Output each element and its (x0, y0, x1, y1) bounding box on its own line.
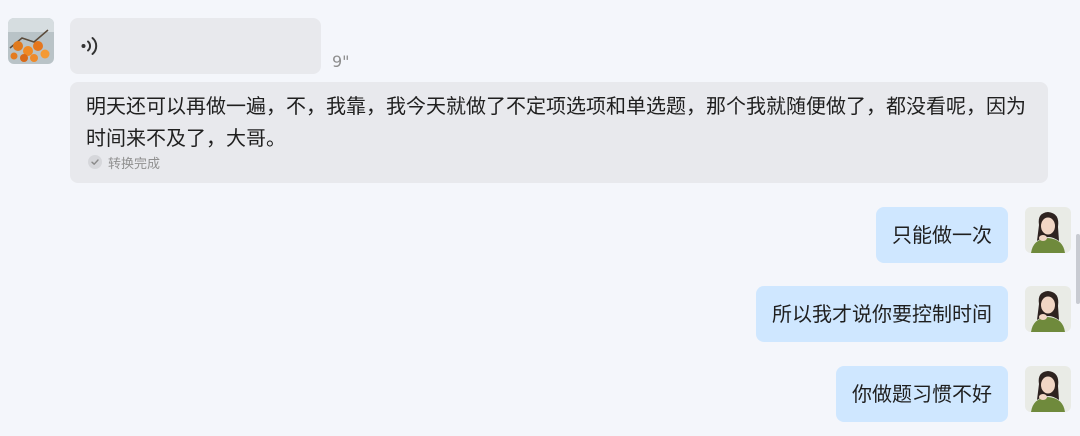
contact-avatar[interactable] (8, 18, 54, 64)
voice-wave-icon (81, 37, 98, 55)
user-avatar[interactable] (1025, 366, 1071, 412)
voice-message-bubble[interactable] (70, 18, 321, 74)
scrollbar[interactable] (1076, 234, 1080, 304)
transcript-status: 转换完成 (88, 153, 161, 172)
outgoing-message[interactable]: 你做题习惯不好 (836, 366, 1008, 422)
message-text: 所以我才说你要控制时间 (772, 302, 992, 326)
message-text: 你做题习惯不好 (852, 382, 992, 406)
message-text: 只能做一次 (892, 223, 992, 247)
outgoing-message[interactable]: 只能做一次 (876, 207, 1008, 263)
voice-transcript-bubble[interactable]: 明天还可以再做一遍，不，我靠，我今天就做了不定项选项和单选题，那个我就随便做了，… (70, 82, 1048, 183)
outgoing-message[interactable]: 所以我才说你要控制时间 (756, 286, 1008, 342)
transcript-text: 明天还可以再做一遍，不，我靠，我今天就做了不定项选项和单选题，那个我就随便做了，… (86, 94, 1026, 150)
check-icon (88, 155, 102, 169)
voice-duration: 9" (332, 52, 350, 71)
transcript-status-label: 转换完成 (108, 156, 161, 172)
user-avatar[interactable] (1025, 286, 1071, 332)
user-avatar[interactable] (1025, 207, 1071, 253)
